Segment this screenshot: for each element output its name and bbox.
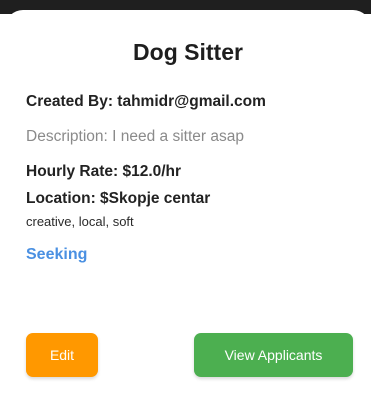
- status-label: Seeking: [26, 246, 88, 263]
- view-applicants-button[interactable]: View Applicants: [194, 333, 353, 377]
- edit-button[interactable]: Edit: [26, 333, 98, 377]
- description-text: Description: I need a sitter asap: [26, 128, 244, 145]
- created-by-text: Created By: tahmidr@gmail.com: [26, 93, 266, 110]
- tags-text: creative, local, soft: [26, 214, 134, 229]
- hourly-rate-text: Hourly Rate: $12.0/hr: [26, 163, 182, 180]
- location-text: Location: $Skopje centar: [26, 190, 211, 207]
- job-title: Dog Sitter: [133, 39, 243, 65]
- job-card: Dog Sitter Created By: tahmidr@gmail.com…: [5, 10, 371, 397]
